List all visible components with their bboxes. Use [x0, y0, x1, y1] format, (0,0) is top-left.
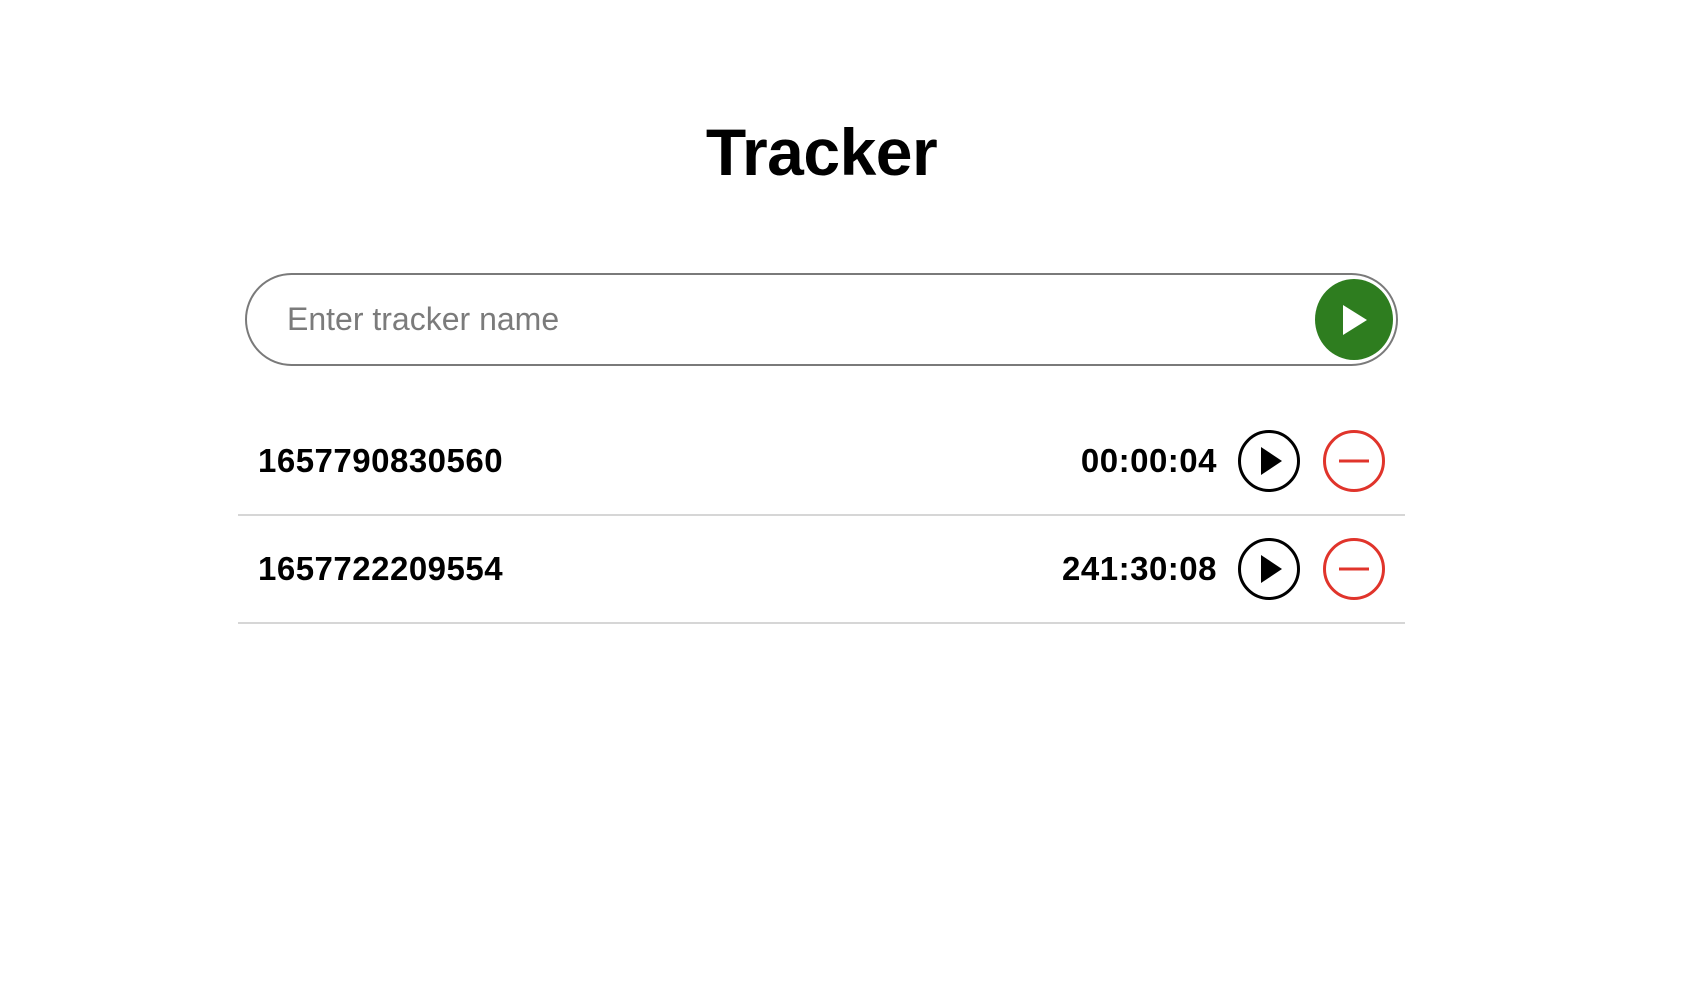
remove-tracker-button[interactable]: [1322, 537, 1386, 601]
tracker-row: 1657722209554 241:30:08: [238, 516, 1405, 624]
tracker-name: 1657722209554: [258, 550, 504, 587]
tracker-name: 1657790830560: [258, 442, 504, 479]
tracker-name-input[interactable]: [287, 275, 1287, 364]
resume-tracker-button[interactable]: [1237, 429, 1301, 493]
page-title: Tracker: [705, 115, 938, 189]
minus-circle-icon: [1322, 537, 1386, 601]
start-tracker-button[interactable]: [1315, 279, 1393, 360]
tracker-elapsed-time: 241:30:08: [1062, 550, 1217, 587]
tracker-row: 1657790830560 00:00:04: [238, 408, 1405, 516]
minus-circle-icon: [1322, 429, 1386, 493]
resume-tracker-button[interactable]: [1237, 537, 1301, 601]
play-circle-icon: [1237, 429, 1301, 493]
new-tracker-form: [245, 273, 1398, 366]
play-circle-icon: [1237, 537, 1301, 601]
play-icon: [1337, 301, 1371, 339]
remove-tracker-button[interactable]: [1322, 429, 1386, 493]
tracker-elapsed-time: 00:00:04: [1080, 442, 1217, 479]
tracker-list: 1657790830560 00:00:04 1657722209554 241…: [238, 408, 1405, 624]
